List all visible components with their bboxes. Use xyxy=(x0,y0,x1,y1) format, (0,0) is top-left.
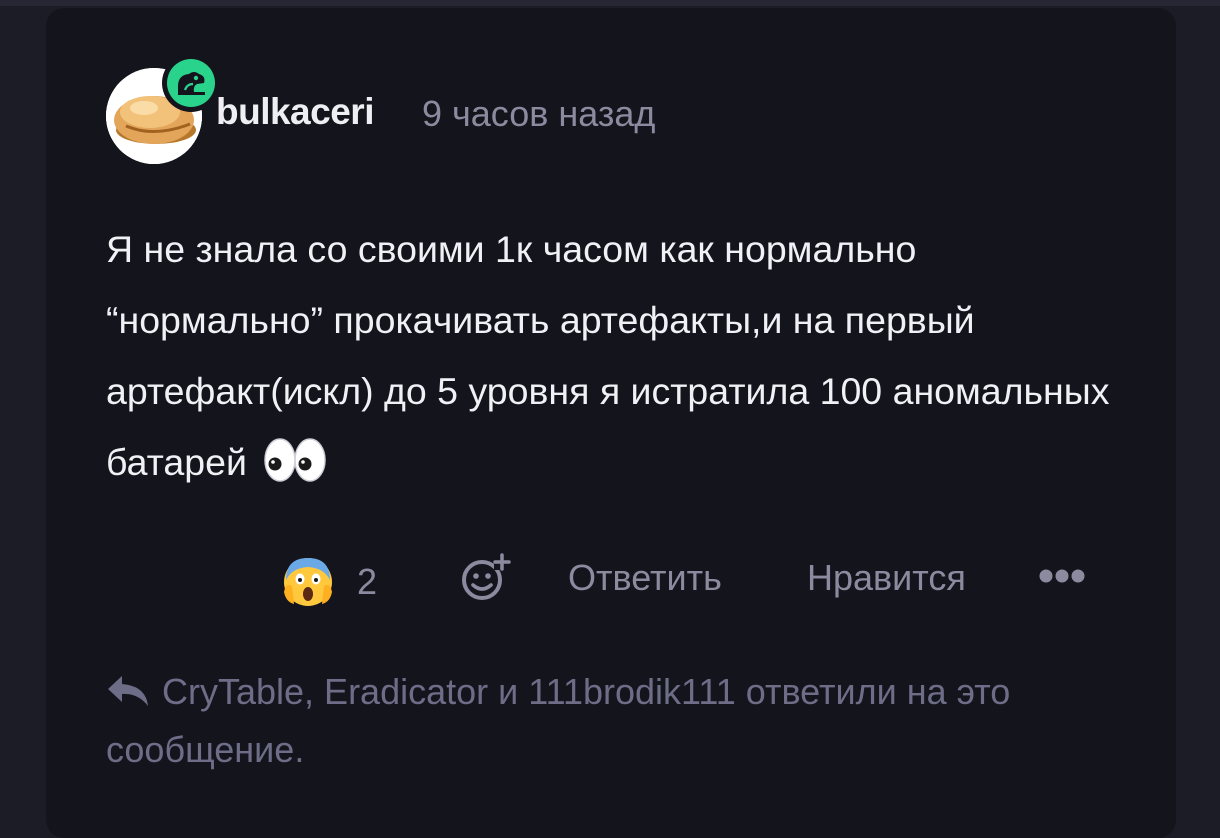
replies-summary-link[interactable]: CryTable, Eradicator и 111brodik111 отве… xyxy=(106,663,1116,779)
more-icon xyxy=(1039,569,1085,583)
message-text: Я не знала со своими 1к часом как нормал… xyxy=(106,228,1110,483)
more-options-button[interactable] xyxy=(1038,567,1086,585)
username[interactable]: bulkaceri xyxy=(216,88,374,136)
frog-badge-icon xyxy=(178,72,205,95)
user-badge xyxy=(162,54,220,112)
eyes-emoji xyxy=(263,435,327,506)
like-button[interactable]: Нравится xyxy=(807,554,966,602)
reply-button[interactable]: Ответить xyxy=(568,554,722,602)
message-body: Я не знала со своими 1к часом как нормал… xyxy=(106,214,1126,506)
scream-reaction[interactable] xyxy=(280,552,336,608)
reply-arrow-icon xyxy=(106,667,150,706)
top-divider xyxy=(0,0,1220,6)
replies-summary-text: CryTable, Eradicator и 111brodik111 отве… xyxy=(106,671,1011,770)
add-reaction-button[interactable] xyxy=(458,552,514,604)
post-timestamp: 9 часов назад xyxy=(422,93,656,134)
reaction-count: 2 xyxy=(357,561,378,602)
scream-emoji xyxy=(284,558,332,606)
add-reaction-icon xyxy=(462,553,511,600)
